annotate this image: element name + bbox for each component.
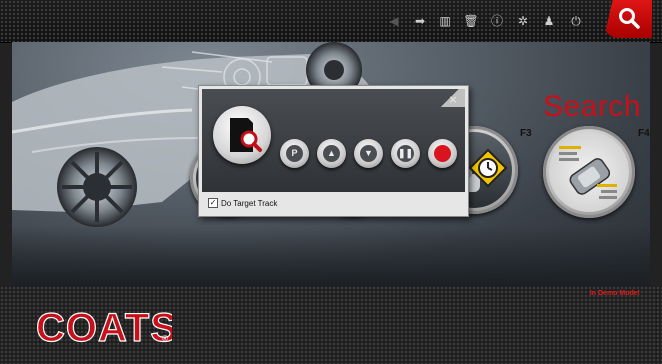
power-icon[interactable]: ⏻ xyxy=(567,12,585,30)
pause-icon: ❚❚ xyxy=(397,145,414,162)
pause-button[interactable]: ❚❚ xyxy=(391,139,420,168)
target-track-option: ✓ Do Target Track xyxy=(208,196,277,210)
document-search-icon xyxy=(230,118,262,152)
function-button-f4[interactable] xyxy=(543,126,635,218)
search-document-button[interactable] xyxy=(213,106,271,164)
trash-icon[interactable]: 🗑 xyxy=(462,12,480,30)
footer-bar: In Demo Mode! COATS ® xyxy=(0,286,662,364)
down-arrow-icon: ▼ xyxy=(360,145,377,162)
back-arrow-icon[interactable]: ◀ xyxy=(385,12,403,30)
function-key-label-f4: F4 xyxy=(638,128,650,139)
magnifier-icon xyxy=(619,8,640,29)
info-icon[interactable]: ⓘ xyxy=(488,12,506,30)
record-button[interactable] xyxy=(428,139,457,168)
manual-book-icon[interactable]: ▥ xyxy=(436,12,454,30)
search-tab-button[interactable] xyxy=(604,0,652,38)
park-button[interactable]: P xyxy=(280,139,309,168)
vehicle-spec-icon xyxy=(559,146,617,199)
target-track-dialog: × P ▲ ▼ ❚❚ ✓ Do Target Track xyxy=(198,85,469,217)
up-arrow-button[interactable]: ▲ xyxy=(317,139,346,168)
close-icon[interactable]: × xyxy=(445,93,461,107)
coats-logo: COATS ® xyxy=(36,307,172,347)
registered-mark: ® xyxy=(162,334,168,343)
forward-arrow-icon[interactable]: ➡ xyxy=(411,12,429,30)
page-title: Search xyxy=(543,90,642,123)
up-arrow-icon: ▲ xyxy=(323,145,340,162)
park-label: P xyxy=(286,145,303,162)
target-track-label: Do Target Track xyxy=(221,198,278,208)
down-arrow-button[interactable]: ▼ xyxy=(354,139,383,168)
record-icon xyxy=(434,145,451,162)
target-track-checkbox[interactable]: ✓ xyxy=(208,198,218,208)
settings-gear-icon[interactable]: ✲ xyxy=(514,12,532,30)
dialog-body: × P ▲ ▼ ❚❚ xyxy=(202,89,465,192)
user-icon[interactable]: ♟ xyxy=(540,12,558,30)
function-key-label-f3: F3 xyxy=(520,128,532,139)
top-toolbar: ◀ ➡ ▥ 🗑 ⓘ ✲ ♟ ⏻ xyxy=(0,0,662,43)
brand-text: COATS xyxy=(36,307,172,347)
demo-mode-text: In Demo Mode! xyxy=(589,290,640,297)
